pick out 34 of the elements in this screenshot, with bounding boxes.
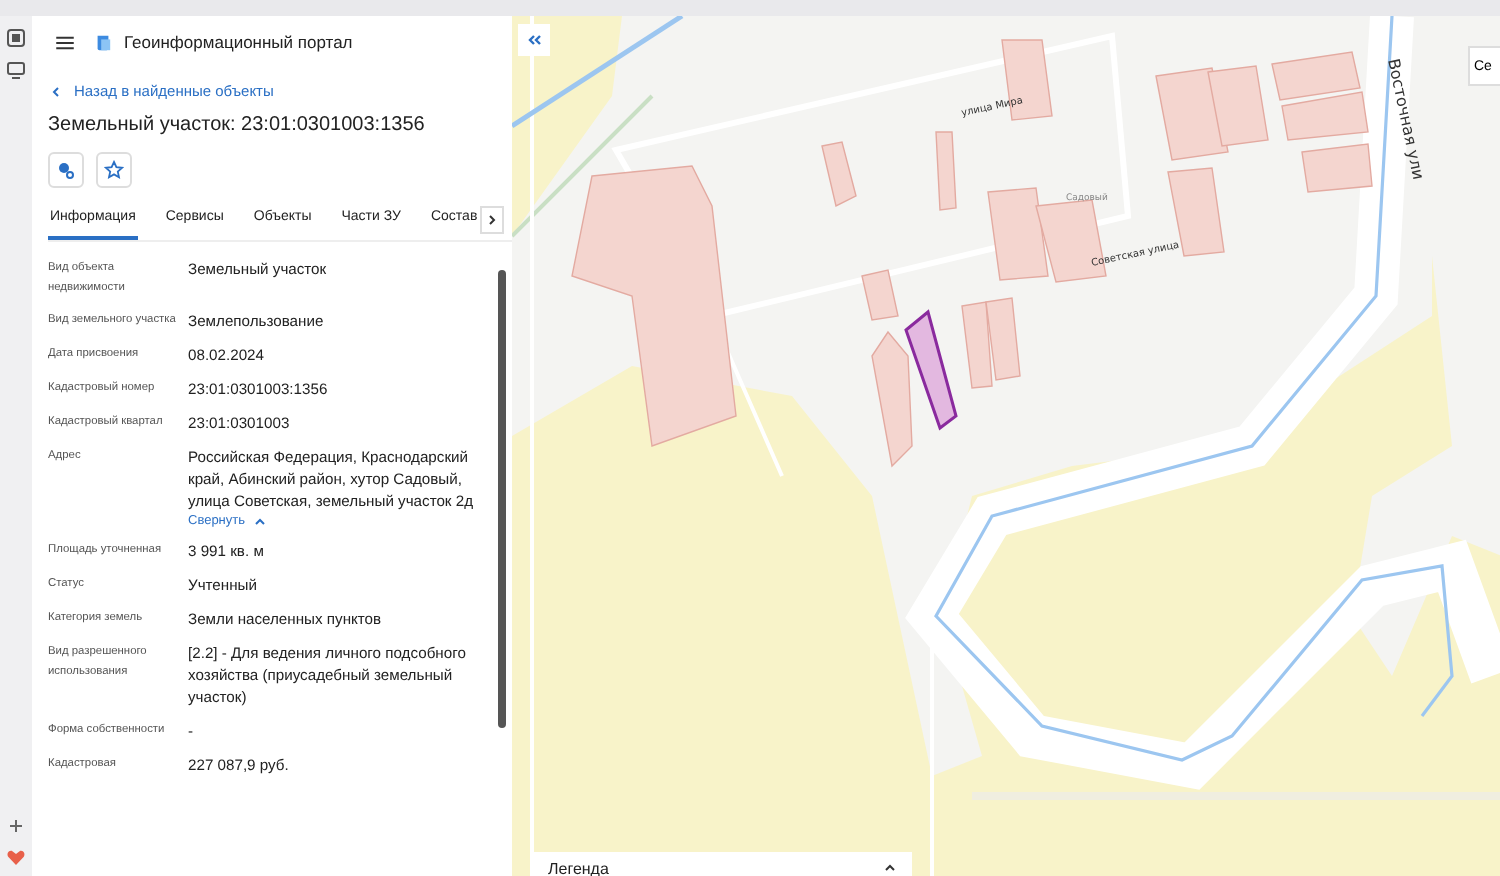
- caret-icon[interactable]: [884, 862, 896, 874]
- building-shape[interactable]: [935, 131, 957, 211]
- building-shape[interactable]: [985, 297, 1021, 381]
- building-shape[interactable]: [821, 141, 857, 208]
- heart-icon[interactable]: [6, 848, 26, 868]
- caret-up-icon[interactable]: [253, 515, 266, 527]
- back-chevron-icon[interactable]: [50, 85, 62, 97]
- star-icon: [104, 160, 124, 180]
- land-plot[interactable]: [904, 309, 958, 431]
- building-shape[interactable]: [861, 269, 899, 321]
- building-shape[interactable]: [987, 187, 1049, 281]
- double-chevron-left-icon: [526, 34, 542, 46]
- object-title: Земельный участок: 23:01:0301003:1356: [48, 114, 427, 136]
- portal-title: Геоинформационный портал: [124, 32, 353, 52]
- building-shape[interactable]: [1301, 143, 1373, 193]
- screen-icon[interactable]: [6, 60, 26, 80]
- legend-title: Легенда: [548, 859, 609, 876]
- building-shape[interactable]: [1207, 65, 1269, 147]
- building-shape[interactable]: [571, 165, 737, 447]
- map-label: Восточная ули: [1384, 57, 1428, 182]
- scrollbar[interactable]: [498, 270, 506, 728]
- building-shape[interactable]: [1281, 91, 1369, 141]
- menu-icon[interactable]: [56, 35, 74, 49]
- identify-button[interactable]: [48, 152, 84, 188]
- building-shape[interactable]: [1155, 67, 1229, 161]
- logo-icon: [94, 33, 112, 51]
- scroll-right-button[interactable]: [480, 206, 504, 234]
- chevron-right-icon: [486, 214, 498, 226]
- plus-icon[interactable]: [6, 816, 26, 836]
- building-shape[interactable]: [1271, 51, 1361, 101]
- collapse-panel-button[interactable]: [518, 24, 550, 56]
- favorite-button[interactable]: [96, 152, 132, 188]
- sidebar-icon[interactable]: [6, 28, 26, 48]
- identify-icon: [56, 160, 76, 180]
